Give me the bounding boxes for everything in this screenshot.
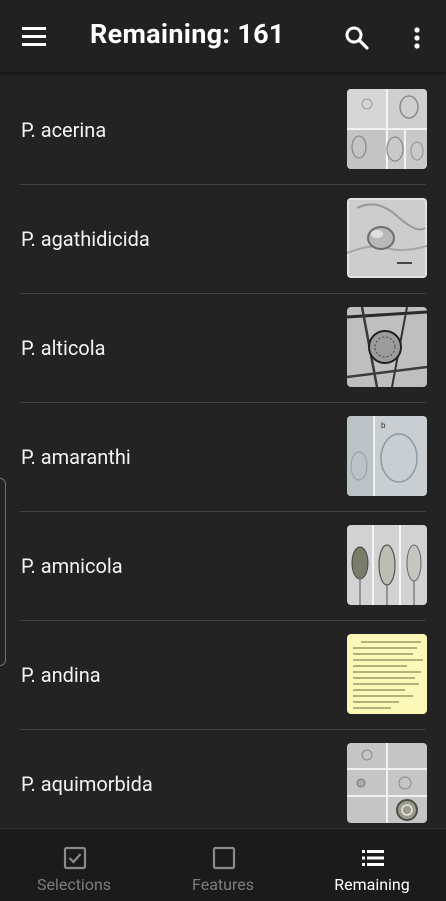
nav-features[interactable]: Features <box>149 829 297 901</box>
species-name: P. alticola <box>21 336 106 360</box>
list-icon <box>362 850 384 866</box>
nav-label: Selections <box>36 875 112 894</box>
more-vert-icon[interactable] <box>405 24 429 52</box>
list-item[interactable]: P. alticola <box>0 294 446 403</box>
app-bar: Remaining: 161 <box>0 0 446 72</box>
species-name: P. amaranthi <box>21 445 131 469</box>
menu-icon[interactable] <box>18 22 52 52</box>
nav-selections[interactable]: Selections <box>0 829 148 901</box>
list-item[interactable]: P. amaranthi b <box>0 403 446 512</box>
species-thumbnail[interactable] <box>347 525 427 605</box>
list-item[interactable]: P. agathidicida <box>0 185 446 294</box>
list-item[interactable]: P. acerina <box>0 76 446 185</box>
species-name: P. aquimorbida <box>21 772 153 796</box>
species-thumbnail[interactable] <box>347 634 427 714</box>
species-thumbnail[interactable] <box>347 198 427 278</box>
nav-remaining[interactable]: Remaining <box>298 829 446 901</box>
page-title: Remaining: 161 <box>90 18 285 50</box>
species-name: P. acerina <box>21 118 107 142</box>
svg-text:b: b <box>381 421 386 430</box>
search-icon[interactable] <box>343 24 371 52</box>
species-list: P. acerina P. agathidicida P. alticola P… <box>0 76 446 828</box>
species-name: P. andina <box>21 663 101 687</box>
bottom-navigation: Selections Features Remaining <box>0 828 446 901</box>
species-name: P. agathidicida <box>21 227 150 251</box>
species-thumbnail[interactable] <box>347 307 427 387</box>
list-item[interactable]: P. aquimorbida <box>0 730 446 828</box>
checkbox-empty-icon <box>212 846 236 870</box>
list-item[interactable]: P. andina <box>0 621 446 730</box>
nav-label: Features <box>192 875 254 894</box>
nav-label: Remaining <box>334 875 410 894</box>
checkbox-checked-icon <box>63 846 87 870</box>
species-thumbnail[interactable] <box>347 89 427 169</box>
species-thumbnail[interactable] <box>347 743 427 823</box>
list-item[interactable]: P. amnicola <box>0 512 446 621</box>
species-thumbnail[interactable]: b <box>347 416 427 496</box>
drawer-edge-handle[interactable] <box>0 478 6 666</box>
species-name: P. amnicola <box>21 554 123 578</box>
